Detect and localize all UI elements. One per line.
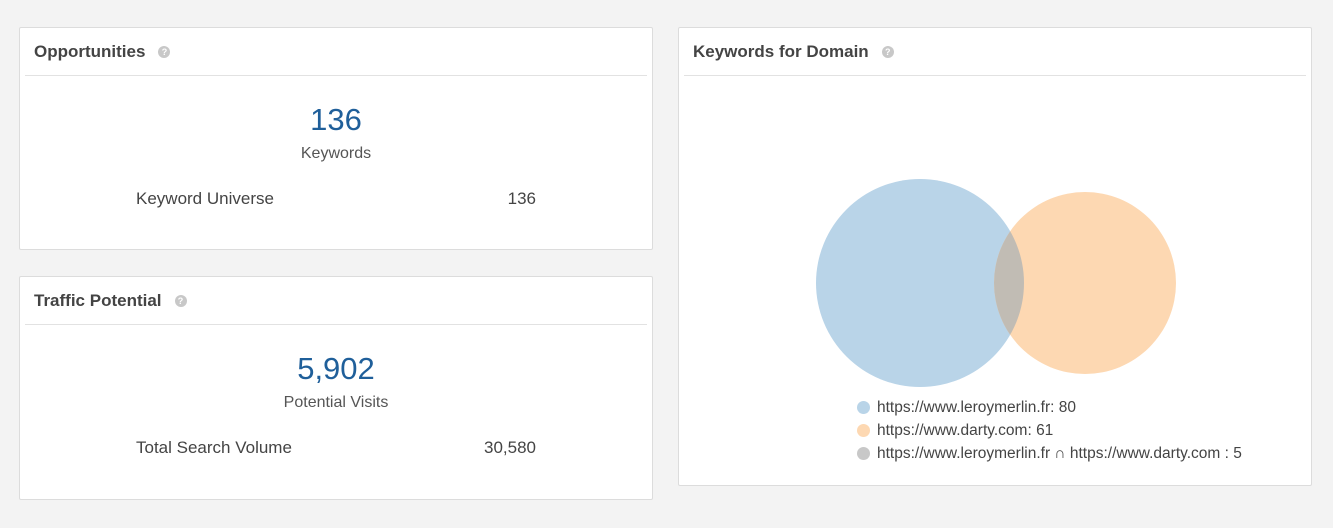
- total-search-volume-value: 30,580: [484, 438, 536, 457]
- keyword-universe-value: 136: [507, 189, 536, 208]
- legend-label-intersection: https://www.leroymerlin.fr ∩ https://www…: [877, 444, 1242, 462]
- legend-dot-intersection: [857, 447, 870, 460]
- potential-visits-label: Potential Visits: [283, 394, 389, 411]
- venn-legend: https://www.leroymerlin.fr: 80 https://w…: [857, 396, 1242, 465]
- traffic-potential-header: Traffic Potential ?: [25, 277, 647, 325]
- legend-item-darty[interactable]: https://www.darty.com: 61: [857, 419, 1242, 442]
- opportunities-panel: Opportunities ? 136 Keywords Keyword Uni…: [19, 27, 653, 250]
- keywords-for-domain-panel: Keywords for Domain ? https://www.leroym…: [678, 27, 1312, 486]
- legend-label-darty: https://www.darty.com: 61: [877, 421, 1054, 439]
- legend-dot-leroymerlin: [857, 401, 870, 414]
- help-icon[interactable]: ?: [158, 45, 171, 58]
- help-icon[interactable]: ?: [174, 294, 187, 307]
- legend-label-leroymerlin: https://www.leroymerlin.fr: 80: [877, 398, 1076, 416]
- legend-item-leroymerlin[interactable]: https://www.leroymerlin.fr: 80: [857, 396, 1242, 419]
- venn-set-leroymerlin[interactable]: [816, 179, 1024, 387]
- opportunities-title: Opportunities: [34, 41, 146, 61]
- keywords-count: 136: [310, 102, 362, 137]
- keyword-universe-label: Keyword Universe: [136, 189, 274, 208]
- legend-item-intersection[interactable]: https://www.leroymerlin.fr ∩ https://www…: [857, 442, 1242, 465]
- opportunities-header: Opportunities ?: [25, 28, 647, 76]
- traffic-potential-title: Traffic Potential: [34, 290, 162, 310]
- total-search-volume-label: Total Search Volume: [136, 438, 292, 457]
- legend-dot-darty: [857, 424, 870, 437]
- keywords-label: Keywords: [300, 145, 372, 162]
- traffic-potential-panel: Traffic Potential ? 5,902 Potential Visi…: [19, 276, 653, 500]
- potential-visits-count: 5,902: [297, 351, 375, 386]
